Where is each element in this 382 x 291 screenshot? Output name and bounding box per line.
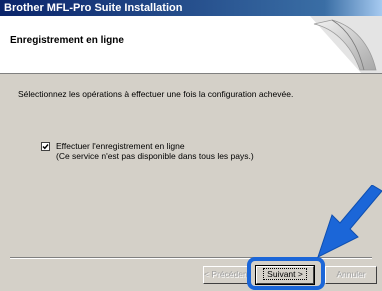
online-registration-checkbox[interactable] <box>41 142 50 151</box>
pen-nib-icon <box>310 16 382 73</box>
window-titlebar[interactable]: Brother MFL-Pro Suite Installation <box>0 0 382 16</box>
checkmark-icon <box>42 144 49 150</box>
option-label: Effectuer l'enregistrement en ligne <box>56 141 185 151</box>
installer-window: Brother MFL-Pro Suite Installation Enreg… <box>0 0 382 291</box>
pointer-arrow-icon <box>317 185 382 258</box>
page-title: Enregistrement en ligne <box>10 35 124 46</box>
header-panel: Enregistrement en ligne <box>0 16 382 74</box>
instruction-text: Sélectionnez les opérations à effectuer … <box>18 89 294 99</box>
previous-button[interactable]: < Précédent <box>203 266 250 284</box>
option-sublabel: (Ce service n'est pas disponible dans to… <box>56 151 254 161</box>
window-title: Brother MFL-Pro Suite Installation <box>4 2 183 14</box>
